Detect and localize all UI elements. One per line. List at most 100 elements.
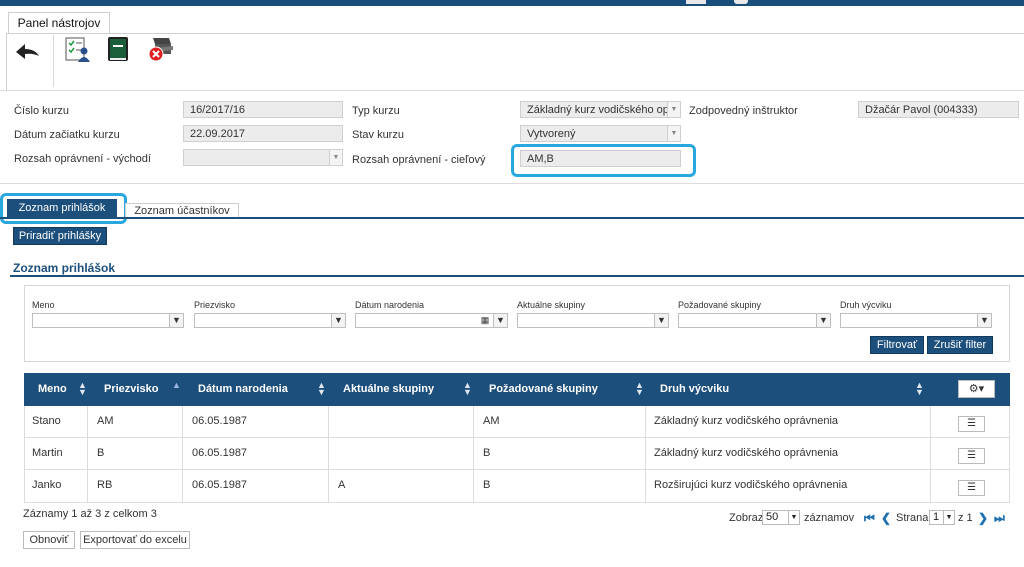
cell-priezvisko: RB: [97, 479, 113, 491]
records-count: Záznamy 1 až 3 z celkom 3: [23, 508, 157, 520]
course-type-select[interactable]: Základný kurz vodičského opra ▼: [520, 101, 681, 118]
cell-druh: Základný kurz vodičského oprávnenia: [654, 447, 839, 459]
source-scope-select[interactable]: ▼: [183, 149, 343, 166]
next-page-icon[interactable]: ❯: [978, 511, 988, 525]
export-excel-button[interactable]: Exportovať do excelu: [80, 531, 190, 549]
calendar-icon[interactable]: ▦: [479, 314, 491, 327]
last-page-icon[interactable]: ⏭: [994, 511, 1005, 526]
start-date-label: Dátum začiatku kurzu: [14, 129, 120, 141]
page-select[interactable]: 1 ▼: [929, 510, 955, 525]
column-header-druh[interactable]: Druh výcviku: [660, 373, 729, 406]
filter-input-priezvisko[interactable]: ▼: [194, 313, 346, 328]
column-divider: [182, 406, 183, 503]
table-row[interactable]: [24, 470, 1010, 503]
page-label: Strana: [896, 512, 929, 524]
column-header-priezvisko[interactable]: Priezvisko: [104, 373, 158, 406]
target-scope-label: Rozsah oprávnení - cieľový: [352, 154, 486, 166]
cell-aktualne: A: [338, 479, 346, 491]
column-divider: [87, 406, 88, 503]
clear-filter-button[interactable]: Zrušiť filter: [927, 336, 993, 354]
show-label: Zobraz: [729, 512, 764, 524]
cell-druh: Základný kurz vodičského oprávnenia: [654, 415, 839, 427]
funnel-icon[interactable]: ▼: [816, 313, 831, 328]
book-icon[interactable]: [104, 33, 132, 65]
filter-label-pozadovane: Požadované skupiny: [678, 300, 762, 310]
sort-icon[interactable]: ▲ ▼: [635, 381, 644, 397]
sort-icon[interactable]: ▲ ▼: [317, 381, 326, 397]
sort-icon[interactable]: ▲ ▼: [78, 381, 87, 397]
chevron-down-icon[interactable]: ▼: [977, 313, 992, 328]
assign-applications-button[interactable]: Priradiť prihlášky: [13, 227, 107, 245]
cell-priezvisko: B: [97, 447, 105, 459]
top-bar: [0, 0, 1024, 6]
course-number-field: 16/2017/16: [183, 101, 343, 118]
funnel-icon[interactable]: ▼: [654, 313, 669, 328]
column-header-aktualne[interactable]: Aktuálne skupiny: [343, 373, 434, 406]
filter-input-meno[interactable]: ▼: [32, 313, 184, 328]
top-bar-tab[interactable]: [686, 0, 706, 4]
column-header-meno[interactable]: Meno: [38, 373, 67, 406]
filter-input-aktualne[interactable]: ▼: [517, 313, 669, 328]
toolbar-separator: [53, 35, 54, 87]
gear-icon[interactable]: ⚙▾: [958, 380, 995, 398]
course-state-select[interactable]: Vytvorený ▼: [520, 125, 681, 142]
source-scope-label: Rozsah oprávnení - východí: [14, 153, 151, 165]
filter-select-druh[interactable]: ▼: [840, 313, 992, 328]
column-header-pozadovane[interactable]: Požadované skupiny: [489, 373, 598, 406]
filter-button[interactable]: Filtrovať: [870, 336, 924, 354]
filter-input-pozadovane[interactable]: ▼: [678, 313, 831, 328]
back-arrow-icon[interactable]: [12, 35, 42, 67]
column-header-datum[interactable]: Dátum narodenia: [198, 373, 288, 406]
divider: [0, 90, 1024, 91]
divider: [0, 183, 1024, 184]
previous-page-icon[interactable]: ❮: [881, 511, 891, 525]
funnel-icon[interactable]: ▼: [493, 313, 508, 328]
course-number-label: Číslo kurzu: [14, 105, 70, 117]
cell-datum: 06.05.1987: [192, 415, 248, 427]
toolpanel-tab[interactable]: Panel nástrojov: [8, 12, 110, 34]
cell-meno: Martin: [32, 447, 63, 459]
first-page-icon[interactable]: ⏮: [864, 511, 875, 526]
row-menu-list-icon[interactable]: ☰: [958, 480, 985, 496]
instructor-label: Zodpovedný inštruktor: [689, 105, 798, 117]
section-title: Zoznam prihlášok: [13, 261, 116, 275]
cell-datum: 06.05.1987: [192, 479, 248, 491]
sort-icon[interactable]: ▲ ▼: [915, 381, 924, 397]
page-size-value: 50: [766, 511, 779, 523]
section-underline: [10, 275, 1024, 277]
column-divider: [645, 406, 646, 503]
cell-pozadovane: B: [483, 479, 491, 491]
filter-input-datum[interactable]: ▦ ▼: [355, 313, 508, 328]
course-type-value: Základný kurz vodičského opra: [527, 104, 679, 116]
records-label: záznamov: [804, 512, 855, 524]
chevron-down-icon[interactable]: ▼: [667, 126, 680, 141]
cell-pozadovane: AM: [483, 415, 500, 427]
cell-druh: Rozširujúci kurz vodičského oprávnenia: [654, 479, 848, 491]
row-menu-list-icon[interactable]: ☰: [958, 416, 985, 432]
funnel-icon[interactable]: ▼: [331, 313, 346, 328]
course-state-value: Vytvorený: [527, 128, 576, 140]
column-divider: [473, 406, 474, 503]
row-menu-list-icon[interactable]: ☰: [958, 448, 985, 464]
approve-person-icon[interactable]: [63, 33, 93, 65]
instructor-field: Džačár Pavol (004333): [858, 101, 1019, 118]
sort-icon[interactable]: ▲ ▼: [463, 381, 472, 397]
chevron-down-icon[interactable]: ▼: [329, 150, 342, 165]
page-size-select[interactable]: 50 ▼: [762, 510, 800, 525]
funnel-icon[interactable]: ▼: [169, 313, 184, 328]
chevron-down-icon[interactable]: ▼: [943, 511, 954, 524]
course-type-label: Typ kurzu: [352, 105, 400, 117]
chevron-down-icon[interactable]: ▼: [788, 511, 799, 524]
column-divider: [328, 406, 329, 503]
top-bar-tab[interactable]: [734, 0, 748, 4]
refresh-button[interactable]: Obnoviť: [23, 531, 75, 549]
table-row[interactable]: [24, 406, 1010, 438]
sort-ascending-icon[interactable]: ▲: [172, 381, 181, 390]
chevron-down-icon[interactable]: ▼: [667, 102, 680, 117]
cancel-course-icon[interactable]: [144, 33, 176, 65]
filter-label-datum: Dátum narodenia: [355, 300, 425, 310]
tab-participants[interactable]: Zoznam účastníkov: [125, 203, 239, 218]
target-scope-highlight: [511, 144, 696, 177]
table-row[interactable]: [24, 438, 1010, 470]
cell-datum: 06.05.1987: [192, 447, 248, 459]
